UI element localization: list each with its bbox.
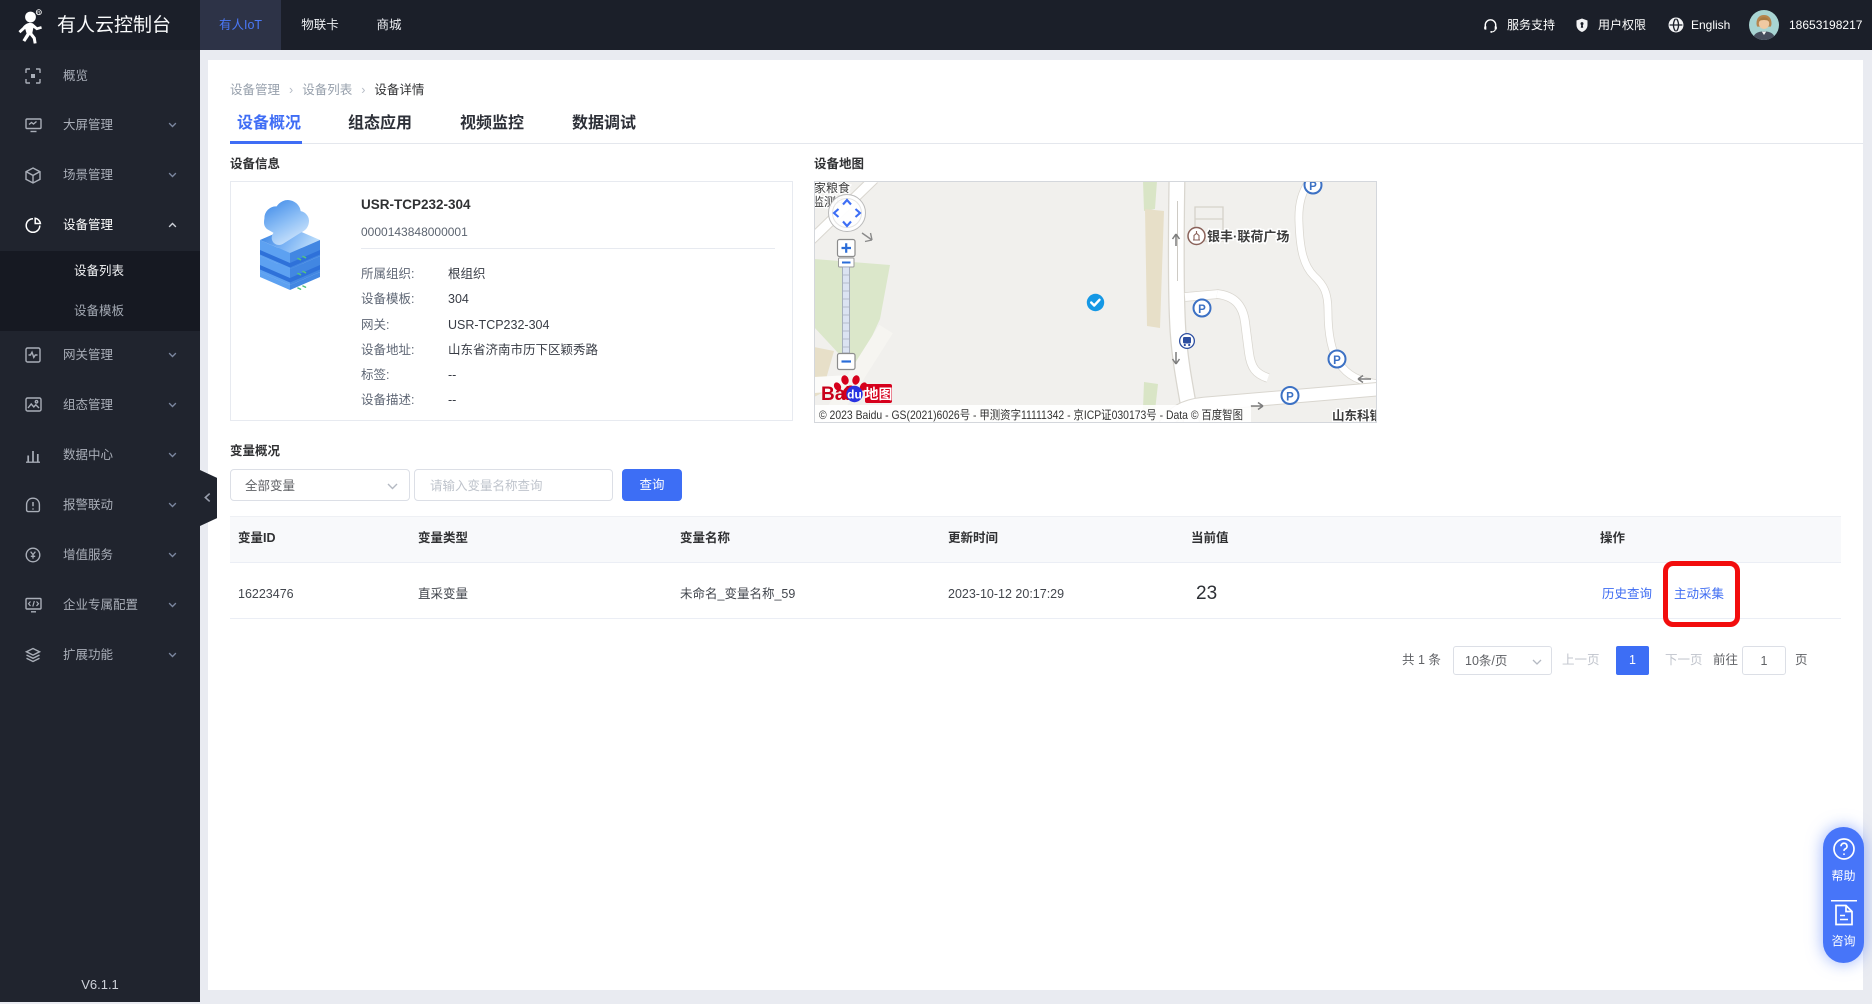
svg-text:P: P bbox=[1309, 181, 1317, 193]
svg-text:山东科银: 山东科银 bbox=[1332, 408, 1377, 423]
svg-text:家粮食: 家粮食 bbox=[814, 181, 850, 195]
svg-text:P: P bbox=[1333, 355, 1341, 367]
svg-text:P: P bbox=[1198, 304, 1206, 316]
svg-text:du: du bbox=[847, 388, 862, 402]
svg-text:© 2023 Baidu - GS(2021)6026号 -: © 2023 Baidu - GS(2021)6026号 - 甲测资字11111… bbox=[819, 408, 1243, 422]
svg-text:Bai: Bai bbox=[821, 384, 851, 405]
svg-text:银丰·联荷广场: 银丰·联荷广场 bbox=[1207, 229, 1289, 244]
svg-text:R: R bbox=[37, 10, 40, 15]
svg-text:地图: 地图 bbox=[865, 386, 893, 402]
svg-text:P: P bbox=[1286, 392, 1294, 404]
